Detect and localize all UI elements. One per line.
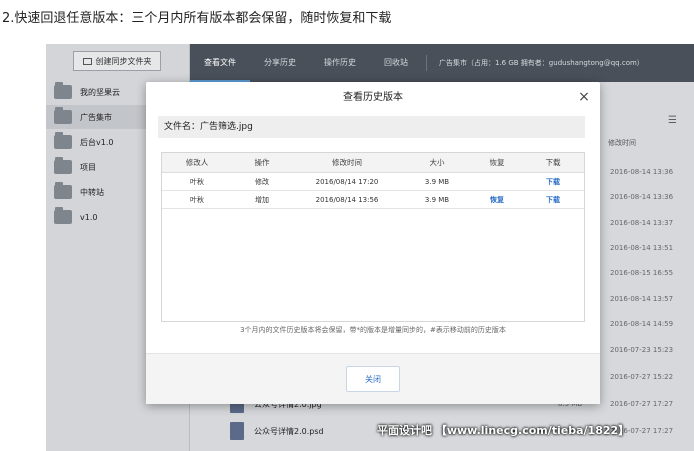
dialog-footer: 关闭 xyxy=(146,353,600,404)
modified-date: 2016-07-27 15:22 xyxy=(610,373,674,381)
modified-date: 2016-07-23 15:23 xyxy=(610,346,674,354)
folder-icon xyxy=(54,207,72,224)
create-sync-folder-button[interactable]: 创建同步文件夹 xyxy=(73,51,161,71)
modified-date: 2016-08-14 13:36 xyxy=(610,193,674,201)
file-name-value: 广告筛选.jpg xyxy=(200,122,253,132)
file-name: 公众号详情2.0.psd xyxy=(254,426,324,436)
top-navigation: 查看文件 分享历史 操作历史 回收站 广告集市（占用：1.6 GB 拥有者：gu… xyxy=(190,44,694,82)
close-icon[interactable]: × xyxy=(576,88,592,106)
folder-usage-info: 广告集市（占用：1.6 GB 拥有者：gudushangtong@qq.com） xyxy=(439,59,644,67)
tab-share-history[interactable]: 分享历史 xyxy=(250,44,310,82)
cell-user: 叶秋 xyxy=(190,195,204,204)
dialog-title: 查看历史版本 xyxy=(343,92,403,103)
modified-time-header: 修改时间 xyxy=(608,139,636,147)
sidebar-item-label: 后台v1.0 xyxy=(80,137,114,147)
table-row: 叶秋 增加 2016/08/14 13:56 3.9 MB 恢复 下载 xyxy=(162,191,584,209)
tab-view-files[interactable]: 查看文件 xyxy=(190,44,250,82)
column-header: 下载 xyxy=(545,158,561,167)
file-name-label: 文件名： xyxy=(164,122,201,132)
folder-icon xyxy=(54,132,72,149)
modified-date: 2016-08-14 13:51 xyxy=(610,244,674,252)
column-header: 大小 xyxy=(429,158,445,167)
sidebar-item-label: v1.0 xyxy=(80,212,98,222)
table-row: 叶秋 修改 2016/08/14 17:20 3.9 MB 下载 xyxy=(162,173,584,191)
file-name-row: 文件名：广告筛选.jpg xyxy=(158,116,585,138)
folder-icon xyxy=(54,82,72,99)
psd-file-icon xyxy=(230,422,244,440)
download-link[interactable]: 下载 xyxy=(522,173,584,190)
sidebar-item-label: 广告集市 xyxy=(80,112,112,122)
sidebar-item-label: 项目 xyxy=(80,162,96,172)
cell-time: 2016/08/14 13:56 xyxy=(315,195,379,204)
modified-date: 2016-07-27 17:27 xyxy=(610,400,674,408)
modified-date: 2016-08-15 16:55 xyxy=(610,269,674,277)
tab-operation-history[interactable]: 操作历史 xyxy=(310,44,370,82)
version-history-dialog: 查看历史版本 × 文件名：广告筛选.jpg 修改人 操作 修改时间 大小 恢复 … xyxy=(146,82,600,404)
folder-icon xyxy=(54,157,72,174)
sidebar-item-label: 我的坚果云 xyxy=(80,87,120,97)
create-sync-folder-label: 创建同步文件夹 xyxy=(95,56,152,66)
nav-divider xyxy=(426,55,427,71)
column-header: 操作 xyxy=(254,158,270,167)
retention-note: 3个月内的文件历史版本将会保留，带*的版本是增量同步的，#表示移动前的历史版本 xyxy=(240,326,506,334)
folder-icon xyxy=(54,182,72,199)
table-header: 修改人 操作 修改时间 大小 恢复 下载 xyxy=(162,153,584,173)
download-link[interactable]: 下载 xyxy=(522,191,584,208)
restore-link[interactable]: 恢复 xyxy=(472,191,522,208)
cell-time: 2016/08/14 17:20 xyxy=(315,177,379,186)
tab-recycle-bin[interactable]: 回收站 xyxy=(370,44,422,82)
folder-icon xyxy=(54,107,72,124)
modified-date: 2016-08-14 14:59 xyxy=(610,320,674,328)
version-table: 修改人 操作 修改时间 大小 恢复 下载 叶秋 修改 2016/08/14 17… xyxy=(161,152,585,322)
column-header: 恢复 xyxy=(489,158,505,167)
modified-date: 2016-08-14 13:36 xyxy=(610,168,674,176)
close-button[interactable]: 关闭 xyxy=(346,366,400,392)
file-row[interactable]: 公众号详情2.0.psd xyxy=(230,420,324,442)
list-view-icon[interactable]: ☰ xyxy=(668,115,677,126)
restore-link[interactable] xyxy=(472,173,522,190)
modified-date: 2016-08-14 13:37 xyxy=(610,219,674,227)
folder-plus-icon xyxy=(82,57,92,65)
cell-action: 增加 xyxy=(255,195,269,204)
modified-date: 2016-08-14 13:57 xyxy=(610,295,674,303)
column-header: 修改时间 xyxy=(332,158,362,167)
cell-action: 修改 xyxy=(255,177,269,186)
sidebar-item-label: 中转站 xyxy=(80,187,104,197)
cell-user: 叶秋 xyxy=(190,177,204,186)
column-header: 修改人 xyxy=(185,158,209,167)
cell-size: 3.9 MB xyxy=(424,195,450,204)
cell-size: 3.9 MB xyxy=(424,177,450,186)
watermark-text: 平面设计吧 【www.linecg.com/tieba/1822】 xyxy=(377,424,630,437)
page-caption: 2.快速回退任意版本：三个月内所有版本都会保留，随时恢复和下载 xyxy=(2,11,392,26)
